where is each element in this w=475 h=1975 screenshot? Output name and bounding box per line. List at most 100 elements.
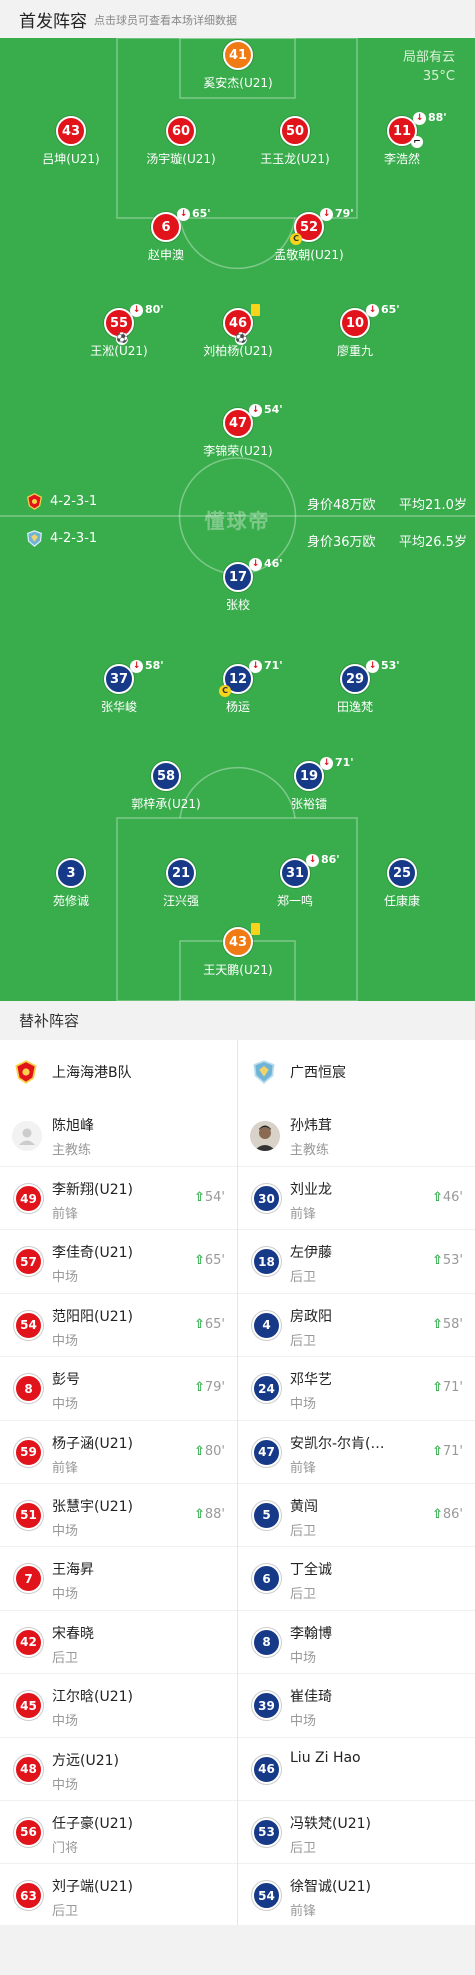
home-coach-row[interactable]: 陈旭峰 主教练	[0, 1103, 237, 1166]
substitute-name: 宋春晓	[52, 1625, 94, 1642]
starter-player[interactable]: 17 ↓ 46' 张校	[173, 557, 303, 613]
substitute-number: 57	[14, 1247, 43, 1277]
sub-in-minute: 79'	[204, 1380, 225, 1396]
sub-in-time: ⇧86'	[432, 1507, 463, 1522]
starter-player[interactable]: 60 汤宇璇(U21)	[116, 116, 246, 167]
substitute-name: 王海昇	[52, 1562, 94, 1579]
column-divider	[237, 1040, 238, 1925]
substitute-name: 方远(U21)	[52, 1752, 119, 1769]
starter-player[interactable]: 6 ↓ 65' 赵申澳	[101, 207, 231, 263]
substitute-name: 李佳奇(U21)	[52, 1245, 133, 1262]
substitute-row[interactable]: 51 张慧宇(U21) 中场 ⇧88'	[0, 1482, 237, 1546]
player-name: 廖重九	[336, 344, 373, 358]
substitute-position: 前锋	[290, 1207, 317, 1222]
home-team-name: 上海海港B队	[52, 1065, 132, 1081]
sub-in-time: ⇧79'	[194, 1380, 225, 1395]
substitute-row[interactable]: 57 李佳奇(U21) 中场 ⇧65'	[0, 1229, 237, 1292]
substitute-row[interactable]: 30 刘业龙 前锋 ⇧46'	[238, 1166, 475, 1229]
starter-player[interactable]: 46 ⚽ 刘柏杨(U21)	[173, 304, 303, 359]
substitute-number: 18	[252, 1247, 281, 1277]
starter-player[interactable]: 52 ↓ 79' C 孟敬朝(U21)	[244, 207, 374, 263]
substitute-row[interactable]: 53 冯轶梵(U21) 后卫	[238, 1799, 475, 1863]
starter-player[interactable]: 25 任康康	[337, 858, 467, 909]
sub-in-arrow-icon: ⇧	[431, 1380, 443, 1396]
away-coach-row[interactable]: 孙炜茸 主教练	[238, 1103, 475, 1166]
substitute-row[interactable]: 54 徐智诚(U21) 前锋	[238, 1863, 475, 1926]
substitute-row[interactable]: 54 范阳阳(U21) 中场 ⇧65'	[0, 1292, 237, 1356]
substitute-row[interactable]: 46 Liu Zi Hao	[238, 1736, 475, 1800]
substitute-row[interactable]: 6 丁全诚 后卫	[238, 1546, 475, 1609]
sub-minute: 80'	[145, 303, 164, 316]
starter-player[interactable]: 55 ↓ 80' ⚽ 王淞(U21)	[54, 303, 184, 359]
home-average-age: 平均21.0岁	[399, 498, 467, 513]
sub-in-time: ⇧54'	[194, 1190, 225, 1205]
substitute-name: Liu Zi Hao	[290, 1749, 361, 1766]
away-team-logo-icon	[27, 530, 42, 547]
starter-player[interactable]: 11 ↓ 88' ⌐ 李浩然	[337, 111, 467, 167]
sub-minute: 65'	[381, 303, 400, 316]
sub-in-arrow-icon: ⇧	[193, 1316, 205, 1332]
substitute-row[interactable]: 59 杨子涵(U21) 前锋 ⇧80'	[0, 1419, 237, 1483]
substitute-row[interactable]: 49 李新翔(U21) 前锋 ⇧54'	[0, 1166, 237, 1229]
substitute-row[interactable]: 56 任子豪(U21) 门将	[0, 1799, 237, 1863]
starter-player[interactable]: 10 ↓ 65' 廖重九	[290, 303, 420, 359]
starter-player[interactable]: 12 ↓ 71' C 杨运	[173, 659, 303, 715]
starter-player[interactable]: 37 ↓ 58' 张华峻	[54, 659, 184, 715]
substitute-row[interactable]: 63 刘子端(U21) 后卫	[0, 1863, 237, 1926]
away-coach-name: 孙炜茸	[290, 1118, 332, 1134]
substitute-row[interactable]: 8 李翰博 中场	[238, 1609, 475, 1673]
away-team-row[interactable]: 广西恒宸	[238, 1040, 475, 1103]
lineup-header: 首发阵容 点击球员可查看本场详细数据	[0, 0, 475, 38]
sub-in-minute: 65'	[204, 1253, 225, 1269]
starter-player[interactable]: 47 ↓ 54' 李锦荣(U21)	[173, 403, 303, 459]
substitute-row[interactable]: 48 方远(U21) 中场	[0, 1736, 237, 1800]
player-name: 张华峻	[100, 700, 137, 714]
player-name: 张裕镭	[290, 797, 327, 811]
substitute-row[interactable]: 45 江尔晗(U21) 中场	[0, 1673, 237, 1736]
substitution-icon: ↓	[320, 757, 333, 770]
substitute-number: 56	[14, 1817, 43, 1847]
substitute-position: 后卫	[290, 1840, 317, 1856]
substitute-row[interactable]: 24 邓华艺 中场 ⇧71'	[238, 1356, 475, 1419]
substitute-position: 后卫	[52, 1650, 79, 1666]
player-number: 11 ↓ 88' ⌐	[387, 111, 447, 148]
starter-player[interactable]: 19 ↓ 71' 张裕镭	[244, 756, 374, 812]
sub-minute: 46'	[264, 557, 283, 570]
player-number: 17 ↓ 46'	[223, 557, 283, 592]
sub-in-time: ⇧65'	[194, 1317, 225, 1332]
sub-in-arrow-icon: ⇧	[431, 1190, 443, 1205]
substitute-row[interactable]: 47 安凯尔-尔肯(… 前锋 ⇧71'	[238, 1419, 475, 1483]
starter-player[interactable]: 29 ↓ 53' 田逸梵	[290, 659, 420, 715]
substitute-name: 张慧宇(U21)	[52, 1498, 133, 1515]
substitute-row[interactable]: 18 左伊藤 后卫 ⇧53'	[238, 1229, 475, 1292]
substitute-row[interactable]: 42 宋春晓 后卫	[0, 1609, 237, 1673]
captain-badge: C	[219, 685, 231, 697]
sub-in-time: ⇧46'	[432, 1190, 463, 1205]
substitute-position: 后卫	[290, 1333, 317, 1349]
away-coach-role: 主教练	[290, 1143, 330, 1158]
coach-photo-icon	[250, 1121, 280, 1151]
substitute-row[interactable]: 5 黄闯 后卫 ⇧86'	[238, 1482, 475, 1546]
player-number: 52 ↓ 79' C	[290, 207, 354, 245]
boot-icon: ⌐	[411, 136, 423, 148]
substitution-icon: ↓	[366, 304, 379, 317]
sub-in-arrow-icon: ⇧	[193, 1506, 205, 1522]
starter-player[interactable]: 41 奚安杰(U21)	[173, 40, 303, 91]
substitute-row[interactable]: 7 王海昇 中场	[0, 1546, 237, 1609]
goal-ball-icon: ⚽	[116, 333, 129, 345]
starter-player[interactable]: 43 王天鹏(U21)	[173, 923, 303, 978]
substitute-position: 前锋	[52, 1207, 79, 1222]
substitute-row[interactable]: 39 崔佳琦 中场	[238, 1673, 475, 1736]
starter-player[interactable]: 58 郭梓承(U21)	[101, 761, 231, 812]
player-number: 55 ↓ 80' ⚽	[104, 303, 164, 345]
substitute-row[interactable]: 4 房政阳 后卫 ⇧58'	[238, 1292, 475, 1356]
home-team-logo-icon	[15, 1060, 37, 1084]
substitute-number: 46	[252, 1754, 281, 1784]
starter-player[interactable]: 21 汪兴强	[116, 858, 246, 909]
player-number: 58	[151, 761, 181, 791]
home-team-row[interactable]: 上海海港B队	[0, 1040, 237, 1103]
substitute-row[interactable]: 8 彭号 中场 ⇧79'	[0, 1356, 237, 1419]
sub-minute: 53'	[381, 659, 400, 672]
away-formation: 4-2-3-1	[50, 531, 98, 546]
sub-minute: 71'	[335, 756, 354, 769]
